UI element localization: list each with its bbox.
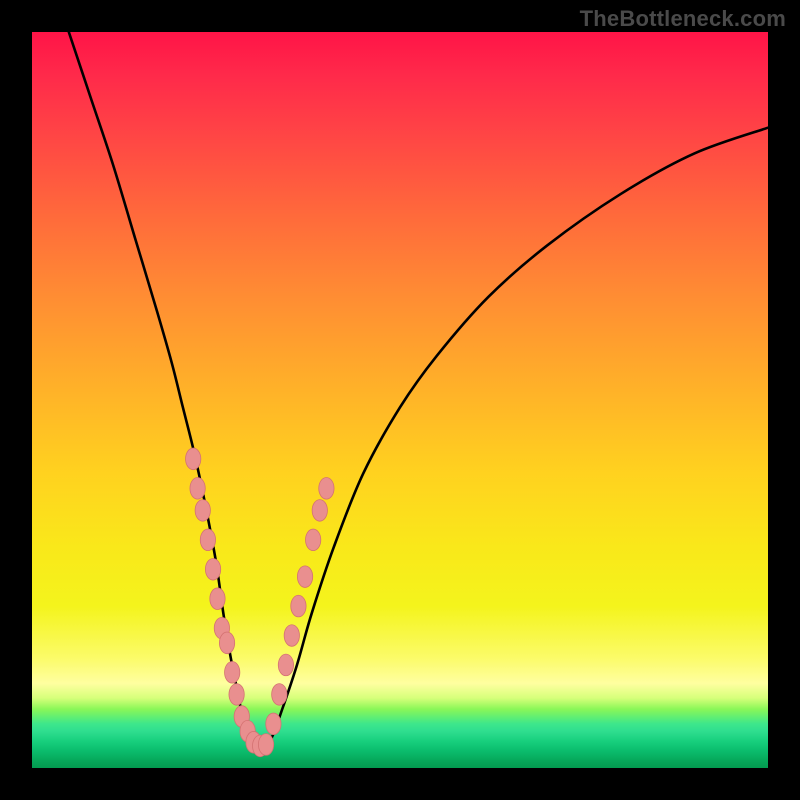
curve-marker — [210, 588, 225, 610]
curve-marker — [272, 684, 287, 706]
curve-marker — [253, 735, 268, 757]
curve-marker — [291, 595, 306, 617]
curve-marker — [319, 478, 334, 500]
curve-marker — [225, 662, 240, 684]
curve-marker — [306, 529, 321, 551]
curve-marker — [284, 625, 299, 647]
curve-marker — [219, 632, 234, 654]
curve-marker — [240, 720, 255, 742]
curve-marker — [186, 448, 201, 470]
curve-marker — [278, 654, 293, 676]
curve-marker — [195, 500, 210, 522]
curve-marker — [258, 734, 273, 756]
curve-marker — [214, 617, 229, 639]
curve-layer — [32, 32, 768, 768]
curve-marker — [297, 566, 312, 588]
curve-marker — [234, 706, 249, 728]
curve-marker — [190, 478, 205, 500]
curve-marker — [200, 529, 215, 551]
curve-marker — [246, 731, 261, 753]
watermark-text: TheBottleneck.com — [580, 6, 786, 32]
plot-area — [32, 32, 768, 768]
curve-marker — [205, 558, 220, 580]
marker-group — [186, 448, 335, 757]
curve-marker — [266, 713, 281, 735]
curve-marker — [229, 684, 244, 706]
chart-frame: TheBottleneck.com — [0, 0, 800, 800]
curve-marker — [312, 500, 327, 522]
bottleneck-curve — [69, 32, 768, 751]
